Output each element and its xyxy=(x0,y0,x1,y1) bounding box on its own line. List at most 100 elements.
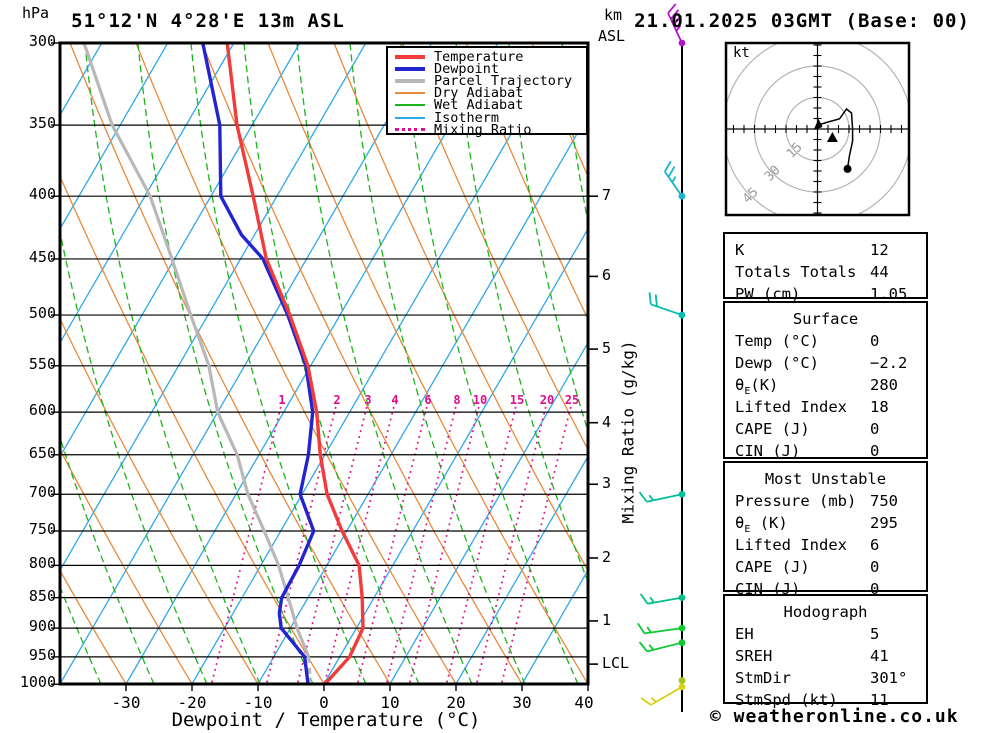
station-title: 51°12'N 4°28'E 13m ASL xyxy=(71,12,345,32)
stat-value: 301° xyxy=(870,668,907,688)
stat-label: Temp (°C) xyxy=(735,331,819,351)
pressure-label-600: 600 xyxy=(29,403,56,419)
wet-adiabat-line xyxy=(244,43,419,684)
mixing-ratio-line xyxy=(387,407,456,684)
pressure-label-300: 300 xyxy=(29,34,56,50)
km-label-4: 4 xyxy=(602,415,611,431)
temperature-axis-title: Dewpoint / Temperature (°C) xyxy=(172,711,481,731)
mixing-ratio-line xyxy=(358,407,427,684)
mixing-ratio-label-4: 4 xyxy=(391,394,398,407)
km-label-6: 6 xyxy=(602,268,611,284)
stat-label: StmSpd (kt) xyxy=(735,690,838,710)
hodograph-end-dot xyxy=(844,165,852,173)
stats-box-surface: SurfaceTemp (°C)0Dewp (°C)−2.2θE(K)280Li… xyxy=(723,301,928,459)
dry-adiabat-line xyxy=(0,43,126,684)
pressure-label-800: 800 xyxy=(29,556,56,572)
stat-label: θE(K) xyxy=(735,375,778,395)
stat-value: 41 xyxy=(870,646,889,666)
isotherm-line xyxy=(258,43,630,684)
stat-label: Totals Totals xyxy=(735,262,856,282)
wind-barb xyxy=(679,677,686,684)
wet-adiabat-line xyxy=(191,43,366,684)
legend-line-sample xyxy=(395,104,425,106)
legend-line-sample xyxy=(395,117,425,119)
stat-value: 0 xyxy=(870,419,879,439)
stat-label: StmDir xyxy=(735,668,791,688)
legend-line-sample xyxy=(395,79,425,83)
theta-subscript: E xyxy=(744,386,750,397)
mixing-ratio-label-8: 8 xyxy=(453,394,460,407)
legend-box: TemperatureDewpointParcel TrajectoryDry … xyxy=(386,46,588,135)
stat-label: Pressure (mb) xyxy=(735,491,856,511)
mixing-ratio-label-15: 15 xyxy=(510,394,524,407)
stat-label: K xyxy=(735,240,744,260)
stat-value: 5 xyxy=(870,624,879,644)
stat-label: Dewp (°C) xyxy=(735,353,819,373)
isotherm-line xyxy=(324,43,696,684)
pressure-label-400: 400 xyxy=(29,187,56,203)
stat-value: 12 xyxy=(870,240,889,260)
stats-box-title: Hodograph xyxy=(725,602,926,622)
isotherm-line xyxy=(0,43,168,684)
stat-label: Lifted Index xyxy=(735,535,847,555)
asl-axis-unit: ASL xyxy=(598,29,625,45)
mixing-ratio-label-6: 6 xyxy=(424,394,431,407)
mixing-ratio-label-20: 20 xyxy=(540,394,554,407)
mixing-ratio-label-1: 1 xyxy=(278,394,285,407)
pressure-label-350: 350 xyxy=(29,116,56,132)
mixing-ratio-line xyxy=(477,407,546,684)
hodograph-unit-label: kt xyxy=(733,46,750,61)
mixing-ratio-label-10: 10 xyxy=(473,394,487,407)
skewt-sounding-page: hPa 51°12'N 4°28'E 13m ASL km ASL 21.01.… xyxy=(0,0,1000,733)
stat-label: CAPE (J) xyxy=(735,557,810,577)
legend-line-sample xyxy=(395,128,425,131)
stat-value: 6 xyxy=(870,535,879,555)
temperature-label--20: -20 xyxy=(178,695,207,712)
stat-label: CAPE (J) xyxy=(735,419,810,439)
pressure-axis-unit: hPa xyxy=(22,6,49,22)
pressure-label-450: 450 xyxy=(29,250,56,266)
pressure-label-750: 750 xyxy=(29,522,56,538)
pressure-label-700: 700 xyxy=(29,485,56,501)
km-label-1: 1 xyxy=(602,613,611,629)
mixing-ratio-label-25: 25 xyxy=(565,394,579,407)
km-label-7: 7 xyxy=(602,188,611,204)
wind-barb xyxy=(641,594,686,604)
pressure-label-550: 550 xyxy=(29,357,56,373)
isotherm-line xyxy=(390,43,762,684)
pressure-label-650: 650 xyxy=(29,446,56,462)
temperature-label-30: 30 xyxy=(512,695,531,712)
wet-adiabat-line xyxy=(85,43,260,684)
wind-barb xyxy=(638,623,686,633)
mixing-ratio-label-3: 3 xyxy=(364,394,371,407)
stat-value: 295 xyxy=(870,513,898,533)
stat-value: 11 xyxy=(870,690,889,710)
stat-label: EH xyxy=(735,624,754,644)
isotherm-line xyxy=(60,43,432,684)
wind-barb xyxy=(640,639,686,651)
wind-barb xyxy=(640,491,686,502)
stat-value: −2.2 xyxy=(870,353,907,373)
km-label-3: 3 xyxy=(602,476,611,492)
stats-box-title: Most Unstable xyxy=(725,469,926,489)
dry-adiabat-line xyxy=(268,43,588,684)
wind-barb xyxy=(650,292,686,318)
pressure-label-1000: 1000 xyxy=(20,675,56,691)
stats-box-title: Surface xyxy=(725,309,926,329)
km-label-LCL: LCL xyxy=(602,656,629,672)
dry-adiabat-line xyxy=(400,43,720,684)
stat-value: 18 xyxy=(870,397,889,417)
stat-label: θE (K) xyxy=(735,513,788,533)
copyright-text: © weatheronline.co.uk xyxy=(710,708,959,727)
legend-label: Mixing Ratio xyxy=(434,122,532,138)
wind-barb-column xyxy=(638,4,686,712)
temperature-label-20: 20 xyxy=(446,695,465,712)
pressure-label-950: 950 xyxy=(29,648,56,664)
wet-adiabat-line xyxy=(403,43,578,684)
stat-value: 280 xyxy=(870,375,898,395)
dry-adiabat-line xyxy=(136,43,456,684)
stat-value: 0 xyxy=(870,441,879,461)
stat-value: 0 xyxy=(870,557,879,577)
plot-frame xyxy=(60,43,588,684)
mixing-ratio-axis-title: Mixing Ratio (g/kg) xyxy=(621,340,638,523)
